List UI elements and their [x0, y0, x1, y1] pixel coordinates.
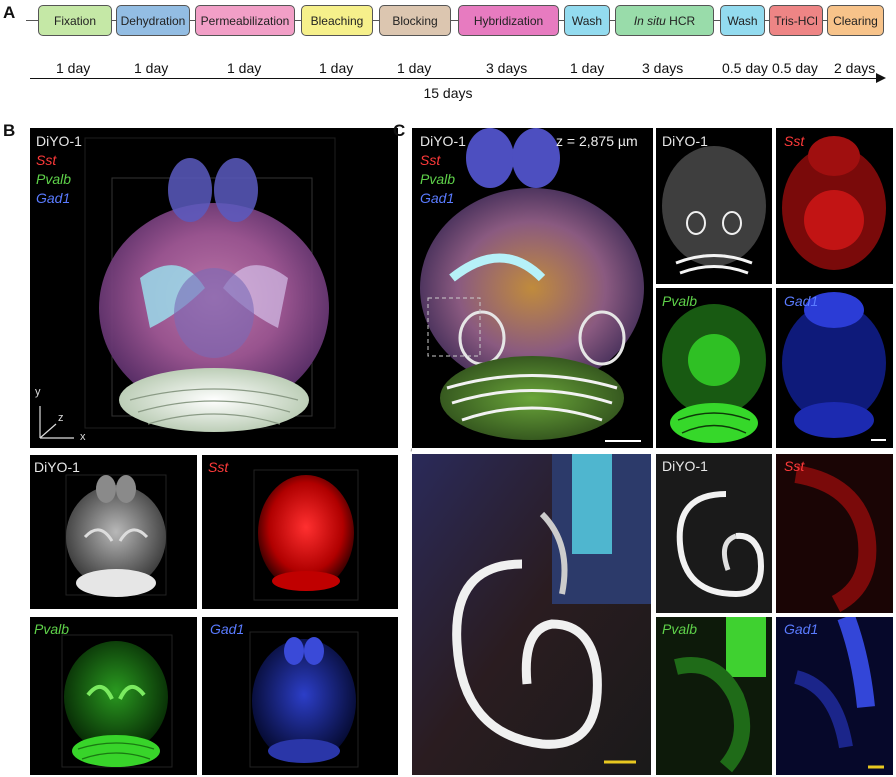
axis-z-label: z [58, 412, 64, 424]
step-blocking: Blocking [379, 5, 451, 36]
brain-3d-sst-image: Sst [202, 455, 398, 609]
axis-y-label: y [35, 386, 41, 398]
section-sst-image: Sst [776, 128, 893, 284]
panel-c-letter: C [393, 121, 406, 140]
duration-label: 1 day [319, 60, 354, 76]
step-label: Wash [727, 13, 758, 28]
zoom-sst-image: Sst [776, 454, 893, 613]
total-duration: 15 days [423, 85, 473, 101]
duration-label: 3 days [642, 60, 684, 76]
step-dehydration: Dehydration [116, 5, 190, 36]
step-label-rest: HCR [665, 13, 696, 28]
label-gad1: Gad1 [784, 293, 819, 309]
duration-label: 0.5 day [722, 60, 768, 76]
step-label: Dehydration [120, 13, 186, 28]
section-pvalb-image: Pvalb [656, 288, 772, 448]
duration-label: 1 day [227, 60, 262, 76]
brain-3d-gad1-image: Gad1 [202, 617, 398, 775]
label-pvalb: Pvalb [34, 621, 70, 637]
section-gad1-image: Gad1 [776, 288, 893, 448]
label-sst: Sst [420, 152, 441, 168]
panel-a-letter: A [3, 3, 16, 22]
duration-label: 1 day [134, 60, 169, 76]
brain-section-composite-image: DiYO-1 Sst Pvalb Gad1 z = 2,875 µm [412, 128, 653, 448]
label-pvalb: Pvalb [420, 171, 456, 187]
label-pvalb: Pvalb [36, 171, 72, 187]
duration-label: 1 day [56, 60, 91, 76]
brain-3d-composite-image: DiYO-1 Sst Pvalb Gad1 y z x [30, 128, 398, 448]
step-fixation: Fixation [38, 5, 112, 36]
brain-3d-pvalb-image: Pvalb [30, 617, 197, 775]
duration-label: 2 days [834, 60, 876, 76]
step-label: Fixation [53, 13, 97, 28]
step-label: Blocking [392, 13, 438, 28]
duration-label: 3 days [486, 60, 528, 76]
label-gad1: Gad1 [36, 190, 71, 206]
step-wash-2: Wash [720, 5, 765, 36]
step-label: Wash [571, 13, 603, 28]
step-label: Clearing [833, 13, 878, 28]
label-sst: Sst [784, 458, 805, 474]
step-permeabilization: Permeabilization [195, 5, 295, 36]
step-clearing: Clearing [827, 5, 884, 36]
label-diyo1: DiYO-1 [662, 458, 708, 474]
zoom-pvalb-image: Pvalb [656, 617, 772, 775]
label-diyo1: DiYO-1 [36, 133, 82, 149]
section-diyo1-image: DiYO-1 [656, 128, 772, 284]
step-label: Bleaching [310, 13, 364, 28]
axis-x-label: x [80, 431, 86, 443]
step-wash-1: Wash [564, 5, 610, 36]
hippocampus-zoom-composite-image [412, 454, 651, 775]
zoom-gad1-image: Gad1 [776, 617, 893, 775]
step-bleaching: Bleaching [301, 5, 373, 36]
label-diyo1: DiYO-1 [34, 459, 80, 475]
label-gad1: Gad1 [420, 190, 455, 206]
brain-3d-diyo1-image: DiYO-1 [30, 455, 197, 609]
label-diyo1: DiYO-1 [662, 133, 708, 149]
z-depth-label: z = 2,875 µm [556, 133, 638, 149]
panel-b-letter: B [3, 121, 16, 140]
zoom-diyo1-image: DiYO-1 [656, 454, 772, 613]
label-sst: Sst [784, 133, 805, 149]
duration-label: 0.5 day [772, 60, 818, 76]
timeline-arrow-line [30, 78, 878, 80]
step-label: Permeabilization [200, 13, 290, 28]
label-gad1: Gad1 [210, 621, 245, 637]
label-diyo1: DiYO-1 [420, 133, 466, 149]
step-label: Tris-HCl [774, 13, 818, 28]
label-gad1: Gad1 [784, 621, 819, 637]
label-pvalb: Pvalb [662, 621, 698, 637]
step-label: In situ HCR [634, 14, 695, 28]
step-tris-hcl: Tris-HCl [769, 5, 823, 36]
duration-label: 1 day [397, 60, 432, 76]
step-hybridization: Hybridization [458, 5, 559, 36]
timeline-arrowhead [876, 73, 886, 83]
step-label-italic: In situ [633, 13, 666, 28]
label-pvalb: Pvalb [662, 293, 698, 309]
step-label: Hybridization [473, 13, 544, 28]
step-in-situ-hcr: In situ HCR [615, 5, 714, 36]
label-sst: Sst [36, 152, 57, 168]
label-sst: Sst [208, 459, 229, 475]
duration-label: 1 day [570, 60, 605, 76]
